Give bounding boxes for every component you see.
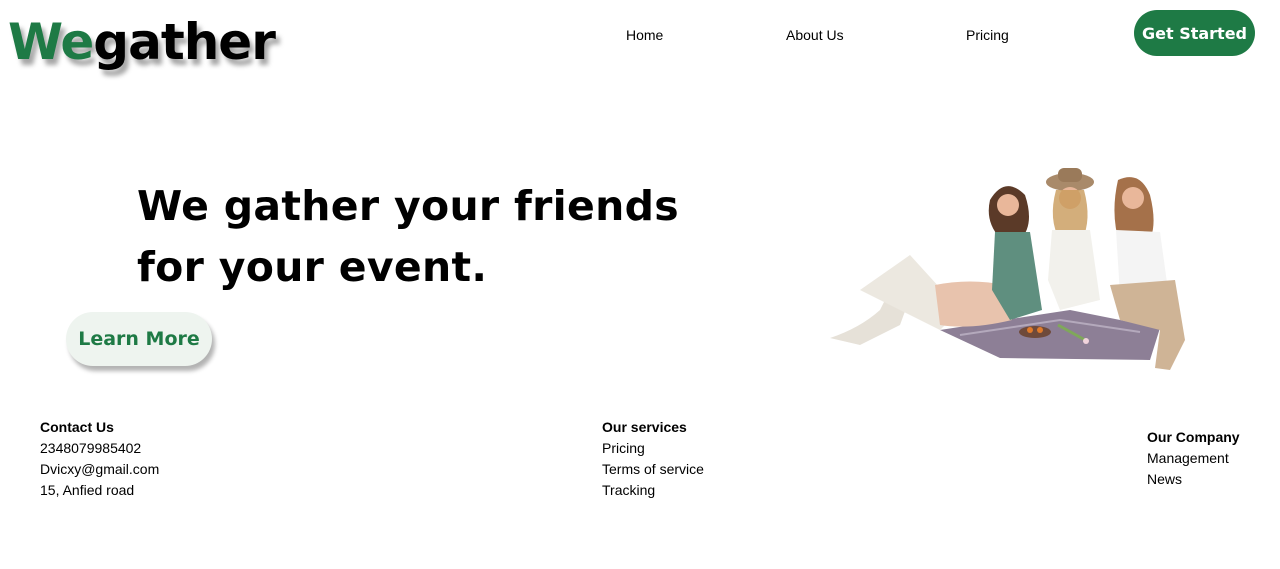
contact-heading: Contact Us <box>40 419 114 435</box>
services-terms-link[interactable]: Terms of service <box>602 459 704 480</box>
company-heading: Our Company <box>1147 429 1240 445</box>
food-bowl <box>1019 326 1051 338</box>
contact-address: 15, Anfied road <box>40 482 135 498</box>
services-tracking-link[interactable]: Tracking <box>602 480 704 501</box>
logo-gather: gather <box>93 13 276 71</box>
company-management-link[interactable]: Management <box>1147 448 1240 469</box>
woman-white-dress <box>1048 230 1100 310</box>
footer-contact-column: Contact Us 2348079985402 Dvicxy@gmail.co… <box>40 417 159 501</box>
hero-title-line-2: for your event. <box>137 243 488 291</box>
contact-phone: 2348079985402 <box>40 440 142 456</box>
nav-about-link[interactable]: About Us <box>786 27 844 43</box>
nav-home-link[interactable]: Home <box>626 27 663 43</box>
company-news-link[interactable]: News <box>1147 469 1240 490</box>
learn-more-button[interactable]: Learn More <box>66 312 212 366</box>
contact-email-link[interactable]: Dvicxy@gmail.com <box>40 459 159 480</box>
hero-friends-picnic-image <box>830 168 1185 370</box>
footer-company-column: Our Company Management News <box>1147 427 1240 490</box>
brand-logo[interactable]: Wegather <box>8 12 276 72</box>
get-started-button[interactable]: Get Started <box>1134 10 1255 56</box>
logo-we: We <box>8 13 94 71</box>
hero-title: We gather your friends for your event. <box>137 176 697 298</box>
services-pricing-link[interactable]: Pricing <box>602 438 704 459</box>
footer-services-column: Our services Pricing Terms of service Tr… <box>602 417 704 501</box>
hero-title-line-1: We gather your friends <box>137 182 679 230</box>
services-heading: Our services <box>602 419 687 435</box>
landing-page: Wegather Home About Us Pricing Get Start… <box>0 0 1280 569</box>
nav-pricing-link[interactable]: Pricing <box>966 27 1009 43</box>
